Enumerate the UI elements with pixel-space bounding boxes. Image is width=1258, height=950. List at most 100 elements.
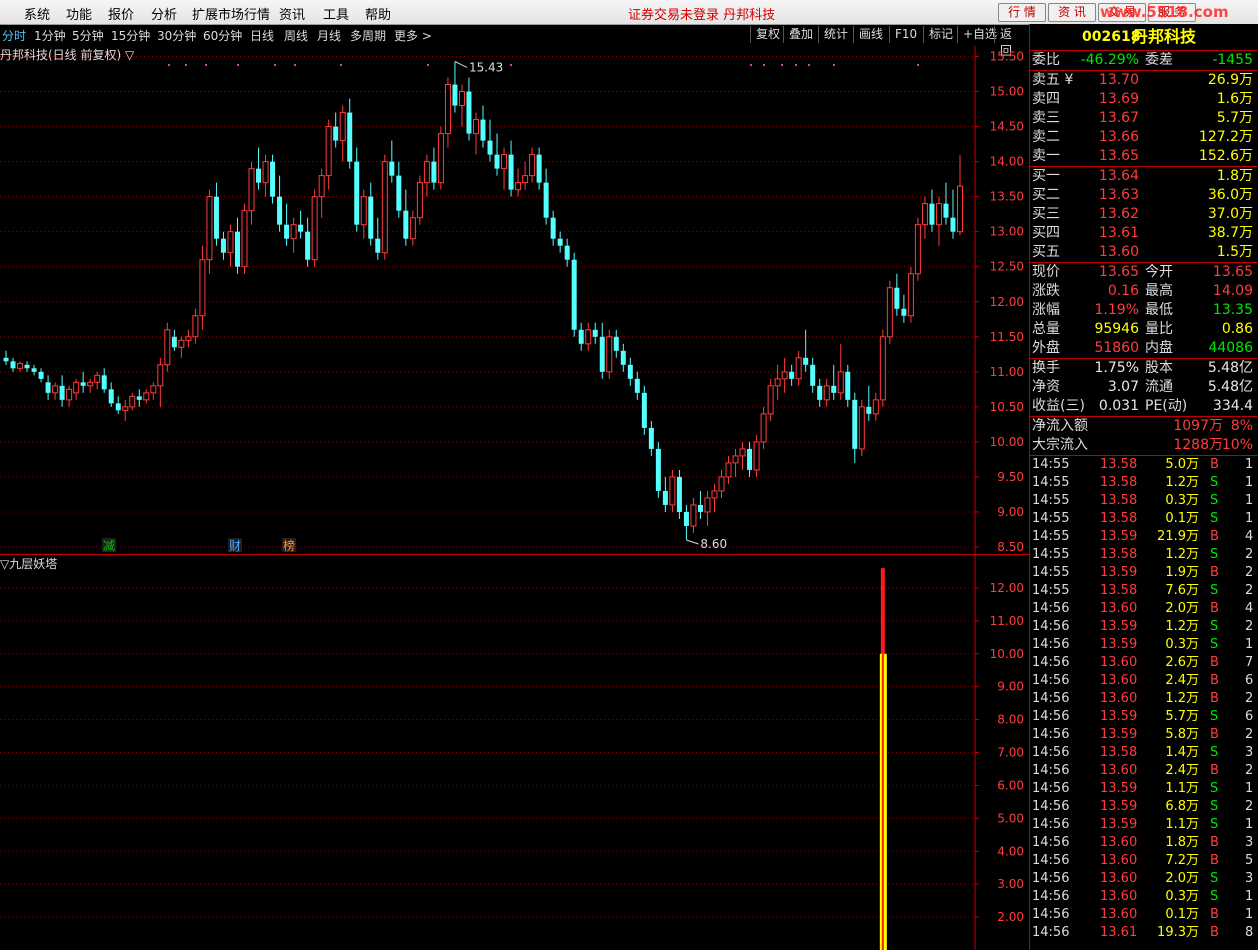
period-60min[interactable]: 60分钟 bbox=[203, 27, 242, 44]
tick-side: S bbox=[1210, 619, 1219, 634]
candle-body bbox=[529, 154, 536, 177]
fundamental-value: 5.48亿 bbox=[1207, 360, 1253, 376]
quote-row: 涨幅 1.19% 最低 13.35 bbox=[1030, 301, 1258, 320]
candle-body bbox=[599, 336, 605, 372]
tick-count: 2 bbox=[1245, 763, 1254, 778]
tick-row: 14:56 13.60 2.6万 B 7 bbox=[1030, 654, 1258, 672]
period-weekly[interactable]: 周线 bbox=[284, 27, 308, 44]
quote-button[interactable]: 行 情 bbox=[998, 3, 1046, 22]
tick-row: 14:55 13.58 0.3万 S 1 bbox=[1030, 492, 1258, 510]
menu-function[interactable]: 功能 bbox=[66, 4, 92, 23]
bid-price: 13.64 bbox=[1098, 168, 1139, 184]
bid-price: 13.61 bbox=[1098, 225, 1139, 241]
tick-time: 14:56 bbox=[1032, 853, 1070, 868]
candle-body bbox=[185, 336, 192, 341]
menu-ext-market[interactable]: 扩展市场行情 bbox=[192, 4, 270, 23]
back-button[interactable]: 返回 bbox=[994, 26, 1028, 58]
tick-volume: 2.6万 bbox=[1165, 655, 1199, 670]
menu-help[interactable]: 帮助 bbox=[365, 4, 391, 23]
menu-analysis[interactable]: 分析 bbox=[151, 4, 177, 23]
tick-time: 14:56 bbox=[1032, 673, 1070, 688]
tick-row: 14:56 13.60 2.4万 B 6 bbox=[1030, 672, 1258, 690]
tick-row: 14:56 13.59 0.3万 S 1 bbox=[1030, 636, 1258, 654]
period-1min[interactable]: 1分钟 bbox=[34, 27, 66, 44]
signal-dot bbox=[427, 64, 429, 66]
flow-percent: 10% bbox=[1221, 437, 1253, 453]
period-daily[interactable]: 日线 bbox=[250, 27, 274, 44]
candle-body bbox=[480, 119, 486, 141]
ask-price: 13.66 bbox=[1098, 129, 1139, 145]
draw-line-button[interactable]: 画线 bbox=[853, 26, 888, 43]
quote-label: 内盘 bbox=[1145, 340, 1173, 356]
menu-quote[interactable]: 报价 bbox=[108, 4, 134, 23]
candle-body bbox=[760, 413, 767, 443]
tick-time: 14:55 bbox=[1032, 547, 1070, 562]
tick-price: 13.60 bbox=[1100, 871, 1138, 886]
candle-body bbox=[396, 175, 402, 211]
period-more[interactable]: 更多 > bbox=[394, 27, 432, 44]
quote-row: 现价 13.65 今开 13.65 bbox=[1030, 263, 1258, 282]
candlestick-chart[interactable]: 15.50 15.00 14.50 14.00 13.50 13.00 12.50 12.00… bbox=[0, 46, 1029, 555]
statistics-button[interactable]: 统计 bbox=[818, 26, 853, 43]
candle-body bbox=[101, 375, 107, 390]
y-tick-label: 4.00 bbox=[997, 844, 1024, 858]
menu-system[interactable]: 系统 bbox=[24, 4, 50, 23]
ask-label: 卖一 bbox=[1032, 148, 1060, 164]
f10-button[interactable]: F10 bbox=[889, 26, 922, 43]
period-monthly[interactable]: 月线 bbox=[317, 27, 341, 44]
candle-body bbox=[298, 224, 304, 232]
candle-body bbox=[655, 448, 661, 491]
quote-label: 涨幅 bbox=[1032, 302, 1060, 318]
period-30min[interactable]: 30分钟 bbox=[157, 27, 196, 44]
menu-news[interactable]: 资讯 bbox=[279, 4, 305, 23]
candle-body bbox=[122, 406, 129, 411]
tick-price: 13.60 bbox=[1100, 601, 1138, 616]
candle-body bbox=[557, 238, 563, 246]
event-marker: 减 bbox=[103, 539, 115, 553]
tick-side: S bbox=[1210, 583, 1219, 598]
mark-button[interactable]: 标记 bbox=[923, 26, 958, 43]
y-tick-label: 9.00 bbox=[997, 680, 1024, 694]
candle-body bbox=[227, 231, 234, 254]
tick-count: 1 bbox=[1245, 637, 1254, 652]
tick-time: 14:56 bbox=[1032, 817, 1070, 832]
bid-label: 买四 bbox=[1032, 225, 1060, 241]
restore-rights-button[interactable]: 复权 bbox=[750, 26, 785, 43]
tick-price: 13.60 bbox=[1100, 673, 1138, 688]
candle-body bbox=[852, 399, 858, 449]
candle-body bbox=[171, 336, 177, 348]
candle-body bbox=[59, 385, 65, 400]
tick-price: 13.58 bbox=[1100, 745, 1138, 760]
tick-row: 14:56 13.60 7.2万 B 5 bbox=[1030, 852, 1258, 870]
fundamental-value: 3.07 bbox=[1107, 379, 1139, 395]
menu-tools[interactable]: 工具 bbox=[323, 4, 349, 23]
bid-volume: 1.8万 bbox=[1216, 168, 1253, 184]
bid-label: 买一 bbox=[1032, 168, 1060, 184]
candle-body bbox=[277, 196, 283, 225]
tick-count: 1 bbox=[1245, 475, 1254, 490]
news-button[interactable]: 资 讯 bbox=[1048, 3, 1096, 22]
quote-panel: 002618 丹邦科技 委比 -46.29% 委差 -1455 卖五 ¥ 13.7… bbox=[1029, 24, 1258, 950]
y-tick-label: 9.00 bbox=[997, 505, 1024, 519]
candle-body bbox=[108, 389, 114, 404]
tick-row: 14:56 13.58 1.4万 S 3 bbox=[1030, 744, 1258, 762]
candle-body bbox=[472, 119, 479, 135]
overlay-button[interactable]: 叠加 bbox=[783, 26, 818, 43]
tick-volume: 2.4万 bbox=[1165, 673, 1199, 688]
bid-price: 13.63 bbox=[1098, 187, 1139, 203]
tick-time: 14:56 bbox=[1032, 925, 1070, 940]
period-15min[interactable]: 15分钟 bbox=[111, 27, 150, 44]
period-5min[interactable]: 5分钟 bbox=[72, 27, 104, 44]
tick-volume: 5.0万 bbox=[1165, 457, 1199, 472]
tick-count: 8 bbox=[1245, 925, 1254, 940]
candle-body bbox=[31, 368, 37, 372]
order-ratio-value: -46.29% bbox=[1080, 52, 1139, 68]
period-intraday[interactable]: 分时 bbox=[2, 27, 26, 44]
tick-price: 13.60 bbox=[1100, 835, 1138, 850]
y-tick-label: 11.00 bbox=[990, 614, 1024, 628]
candle-body bbox=[739, 448, 746, 457]
period-multi[interactable]: 多周期 bbox=[350, 27, 386, 44]
y-tick-label: 6.00 bbox=[997, 778, 1024, 792]
tick-price: 13.59 bbox=[1100, 727, 1138, 742]
indicator-chart[interactable]: 12.00 11.00 10.00 9.00 8.00 7.00 6.00 5.00 4.00 3… bbox=[0, 555, 1029, 950]
